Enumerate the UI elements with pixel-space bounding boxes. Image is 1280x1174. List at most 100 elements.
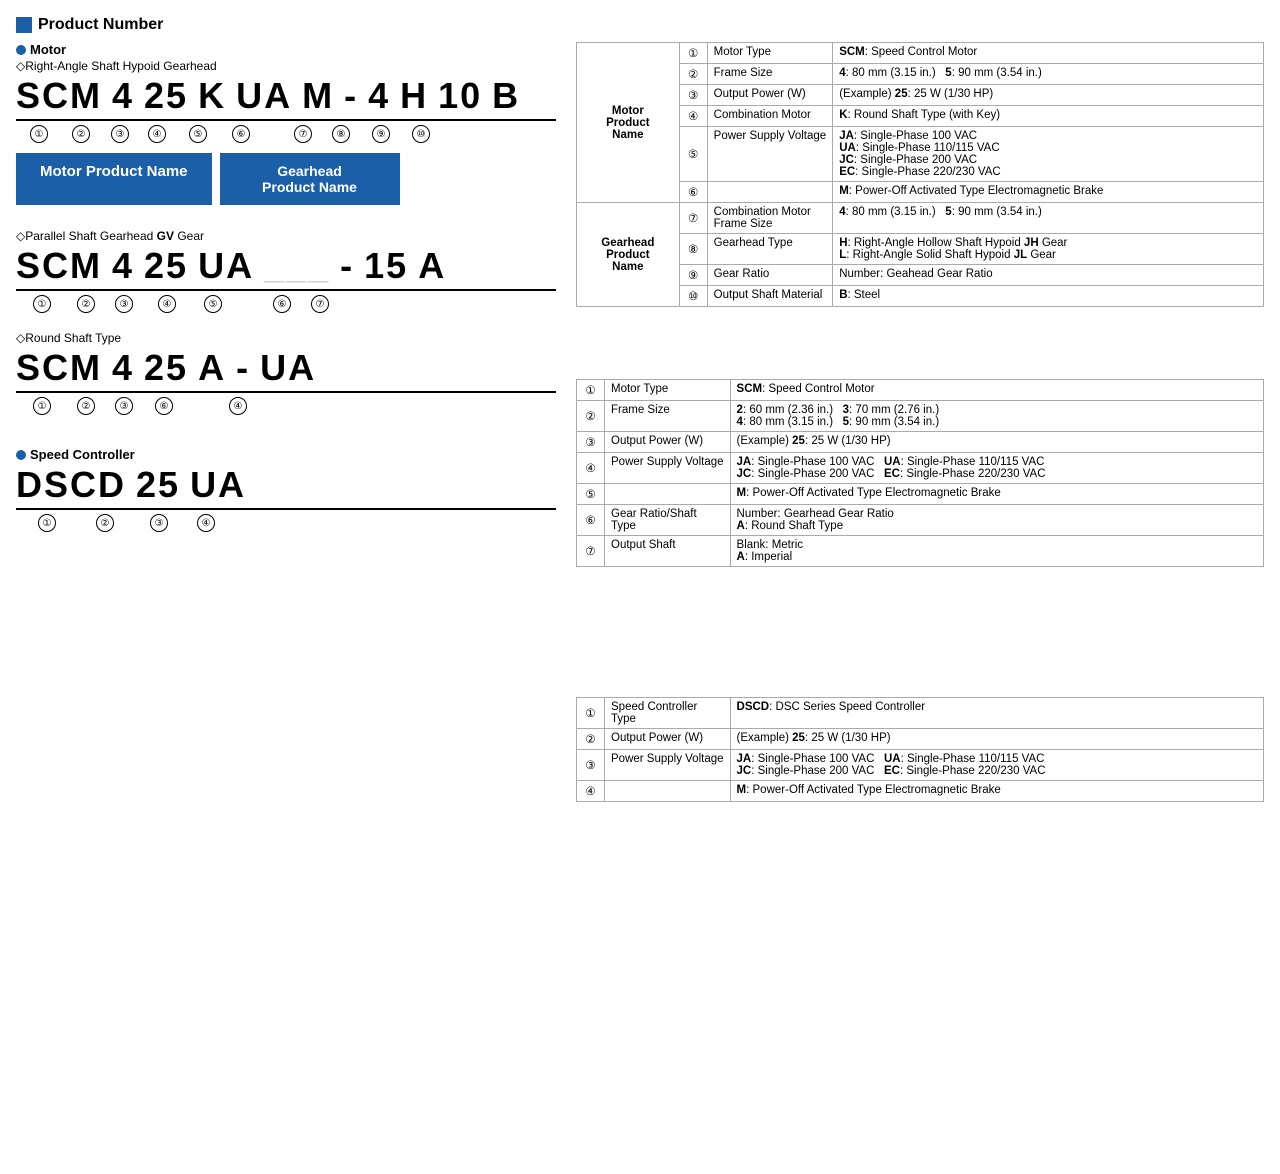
t2-key-1: Motor Type bbox=[605, 380, 731, 401]
p3-seg2: 4 bbox=[112, 347, 134, 389]
t1-num-8: ⑧ bbox=[679, 234, 707, 265]
product2-circles: ① ② ③ ④ ⑤ ⑥ ⑦ bbox=[16, 295, 556, 313]
c3-2: ② bbox=[68, 397, 104, 415]
table1-row-motor-type: MotorProductName ① Motor Type SCM: Speed… bbox=[577, 43, 1264, 64]
p2-seg3: 25 bbox=[144, 245, 188, 287]
t1-key-3: Output Power (W) bbox=[707, 85, 833, 106]
t1-val-3: (Example) 25: 25 W (1/30 HP) bbox=[833, 85, 1264, 106]
p1-seg2: 4 bbox=[112, 75, 134, 117]
t1-key-1: Motor Type bbox=[707, 43, 833, 64]
spec-table-2: ① Motor Type SCM: Speed Control Motor ② … bbox=[576, 379, 1264, 567]
table2-row-6: ⑥ Gear Ratio/ShaftType Number: Gearhead … bbox=[577, 505, 1264, 536]
product2-block: SCM 4 25 UA ___ - 15 A ① ② ③ ④ ⑤ ⑥ bbox=[16, 245, 556, 313]
t1-key-10: Output Shaft Material bbox=[707, 286, 833, 307]
c1-1: ① bbox=[16, 125, 62, 143]
t2-key-3: Output Power (W) bbox=[605, 432, 731, 453]
p1-seg9: 10 bbox=[438, 75, 482, 117]
t2-val-7: Blank: MetricA: Imperial bbox=[730, 536, 1263, 567]
p2-seg2: 4 bbox=[112, 245, 134, 287]
t3-num-2: ② bbox=[577, 729, 605, 750]
t1-key-9: Gear Ratio bbox=[707, 265, 833, 286]
c1-8: ⑧ bbox=[322, 125, 360, 143]
product3-block: SCM 4 25 A - UA ① ② ③ ⑥ ④ bbox=[16, 347, 556, 415]
table3-row-2: ② Output Power (W) (Example) 25: 25 W (1… bbox=[577, 729, 1264, 750]
p2-seg6: 15 bbox=[364, 245, 408, 287]
t1-val-10: B: Steel bbox=[833, 286, 1264, 307]
product4-circles: ① ② ③ ④ bbox=[16, 514, 556, 532]
t1-val-1: SCM: Speed Control Motor bbox=[833, 43, 1264, 64]
p1-dash: - bbox=[344, 75, 358, 117]
right-column: MotorProductName ① Motor Type SCM: Speed… bbox=[576, 42, 1264, 802]
table2-row-7: ⑦ Output Shaft Blank: MetricA: Imperial bbox=[577, 536, 1264, 567]
c1-9: ⑨ bbox=[360, 125, 402, 143]
t2-val-2: 2: 60 mm (2.36 in.) 3: 70 mm (2.76 in.)4… bbox=[730, 401, 1263, 432]
t3-key-2: Output Power (W) bbox=[605, 729, 731, 750]
motor-label: Motor bbox=[16, 42, 556, 57]
c1-7: ⑦ bbox=[284, 125, 322, 143]
t2-val-6: Number: Gearhead Gear RatioA: Round Shaf… bbox=[730, 505, 1263, 536]
table1-row-gear-ratio: ⑨ Gear Ratio Number: Geahead Gear Ratio bbox=[577, 265, 1264, 286]
table2-row-3: ③ Output Power (W) (Example) 25: 25 W (1… bbox=[577, 432, 1264, 453]
t3-key-1: Speed ControllerType bbox=[605, 698, 731, 729]
section-title-text: Product Number bbox=[38, 16, 163, 34]
t1-key-6 bbox=[707, 182, 833, 203]
c3-4: ④ bbox=[218, 397, 258, 415]
product4-code: DSCD 25 UA bbox=[16, 464, 556, 510]
table2-row-5: ⑤ M: Power-Off Activated Type Electromag… bbox=[577, 484, 1264, 505]
product1-circles: ① ② ③ ④ ⑤ ⑥ ⑦ ⑧ ⑨ ⑩ bbox=[16, 125, 556, 143]
blue-square-icon bbox=[16, 17, 32, 33]
c2-5: ⑤ bbox=[190, 295, 236, 313]
table3-row-3: ③ Power Supply Voltage JA: Single-Phase … bbox=[577, 750, 1264, 781]
p3-seg3: 25 bbox=[144, 347, 188, 389]
table1-row-gearhead-type: ⑧ Gearhead Type H: Right-Angle Hollow Sh… bbox=[577, 234, 1264, 265]
t3-val-2: (Example) 25: 25 W (1/30 HP) bbox=[730, 729, 1263, 750]
gearhead-product-name-box: Gearhead Product Name bbox=[220, 153, 400, 205]
t1-key-5: Power Supply Voltage bbox=[707, 127, 833, 182]
t3-num-3: ③ bbox=[577, 750, 605, 781]
t1-val-6: M: Power-Off Activated Type Electromagne… bbox=[833, 182, 1264, 203]
table1-row-brake: ⑥ M: Power-Off Activated Type Electromag… bbox=[577, 182, 1264, 203]
spec-table-3: ① Speed ControllerType DSCD: DSC Series … bbox=[576, 697, 1264, 802]
p2-dash: - bbox=[340, 245, 354, 287]
c4-3: ③ bbox=[132, 514, 186, 532]
t2-key-5 bbox=[605, 484, 731, 505]
table2-row-4: ④ Power Supply Voltage JA: Single-Phase … bbox=[577, 453, 1264, 484]
p2-seg1: SCM bbox=[16, 245, 102, 287]
p1-seg5: UA bbox=[236, 75, 292, 117]
c2-4: ④ bbox=[144, 295, 190, 313]
table1-row-power-supply: ⑤ Power Supply Voltage JA: Single-Phase … bbox=[577, 127, 1264, 182]
t1-num-6: ⑥ bbox=[679, 182, 707, 203]
t1-val-4: K: Round Shaft Type (with Key) bbox=[833, 106, 1264, 127]
main-layout: Motor ◇Right-Angle Shaft Hypoid Gearhead… bbox=[16, 42, 1264, 802]
t3-key-3: Power Supply Voltage bbox=[605, 750, 731, 781]
t2-num-5: ⑤ bbox=[577, 484, 605, 505]
table2-row-1: ① Motor Type SCM: Speed Control Motor bbox=[577, 380, 1264, 401]
c3-3: ③ bbox=[104, 397, 144, 415]
t1-num-3: ③ bbox=[679, 85, 707, 106]
table2-row-2: ② Frame Size 2: 60 mm (2.36 in.) 3: 70 m… bbox=[577, 401, 1264, 432]
t1-key-2: Frame Size bbox=[707, 64, 833, 85]
p3-seg5: UA bbox=[260, 347, 316, 389]
c2-1: ① bbox=[16, 295, 68, 313]
c3-6: ⑥ bbox=[144, 397, 184, 415]
c1-2: ② bbox=[62, 125, 100, 143]
bullet-dot-sc bbox=[16, 450, 26, 460]
t3-val-4: M: Power-Off Activated Type Electromagne… bbox=[730, 781, 1263, 802]
c2-2: ② bbox=[68, 295, 104, 313]
t3-val-3: JA: Single-Phase 100 VAC UA: Single-Phas… bbox=[730, 750, 1263, 781]
page-root: Product Number Motor ◇Right-Angle Shaft … bbox=[16, 16, 1264, 802]
product3-code: SCM 4 25 A - UA bbox=[16, 347, 556, 393]
table1-row-frame-size: ② Frame Size 4: 80 mm (3.15 in.) 5: 90 m… bbox=[577, 64, 1264, 85]
t1-val-8: H: Right-Angle Hollow Shaft Hypoid JH Ge… bbox=[833, 234, 1264, 265]
t1-val-5: JA: Single-Phase 100 VACUA: Single-Phase… bbox=[833, 127, 1264, 182]
c4-1: ① bbox=[16, 514, 78, 532]
p1-seg7: 4 bbox=[368, 75, 390, 117]
product3-circles: ① ② ③ ⑥ ④ bbox=[16, 397, 556, 415]
t1-val-7: 4: 80 mm (3.15 in.) 5: 90 mm (3.54 in.) bbox=[833, 203, 1264, 234]
t1-num-4: ④ bbox=[679, 106, 707, 127]
p1-seg10: B bbox=[492, 75, 520, 117]
p1-seg6: M bbox=[302, 75, 334, 117]
p1-seg1: SCM bbox=[16, 75, 102, 117]
table1-row-output-power: ③ Output Power (W) (Example) 25: 25 W (1… bbox=[577, 85, 1264, 106]
bullet-dot-motor bbox=[16, 45, 26, 55]
